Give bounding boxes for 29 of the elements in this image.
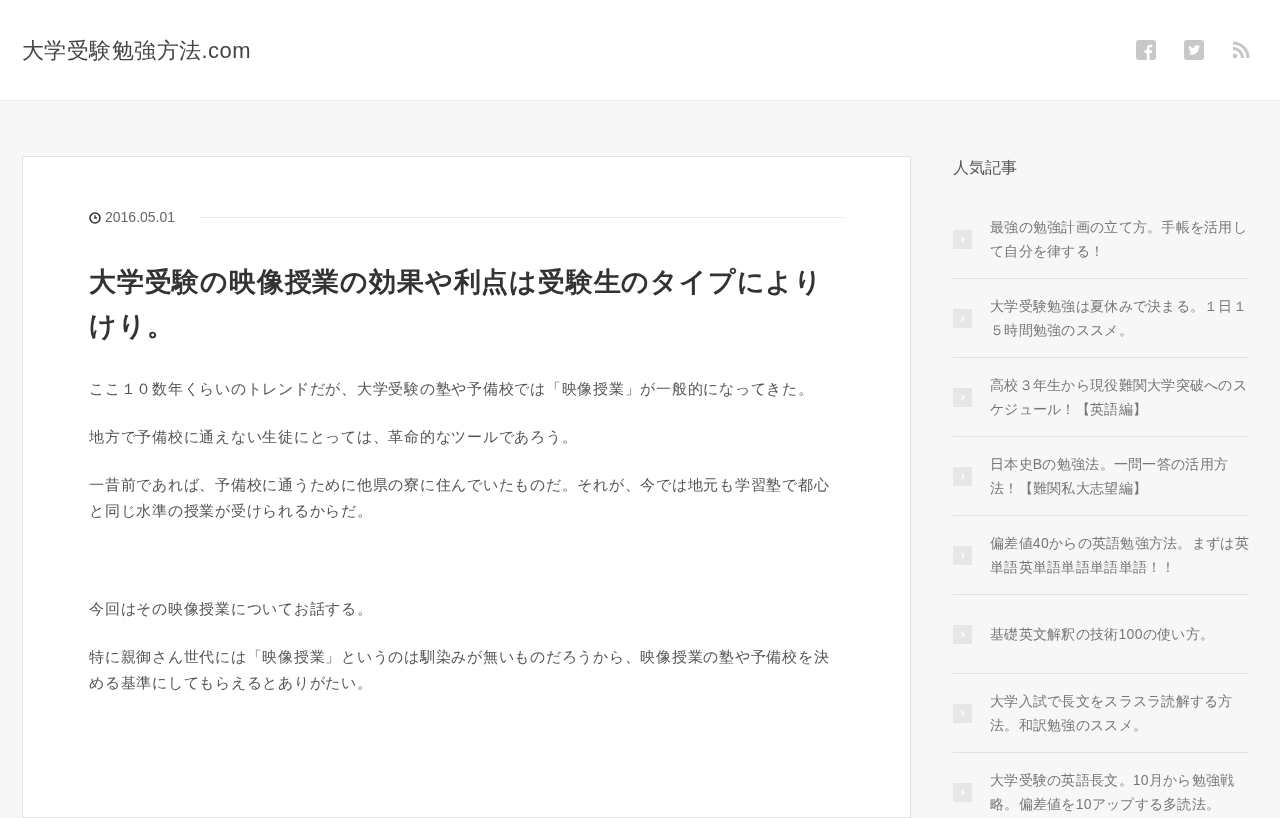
paragraph: 一昔前であれば、予備校に通うために他県の寮に住んでいたものだ。それが、今では地元も学習塾で都心と同じ水準の授業が受けられるからだ。 [89, 475, 831, 521]
chevron-icon [953, 624, 972, 644]
chevron-icon [953, 229, 972, 249]
twitter-icon[interactable] [1184, 40, 1204, 60]
chevron-icon [953, 308, 972, 328]
chevron-icon [953, 387, 972, 407]
post-date: 2016.05.01 [105, 208, 176, 227]
chevron-icon [953, 466, 972, 486]
site-title[interactable]: 大学受験勉強方法.com [22, 33, 251, 67]
popular-article-link[interactable]: 基礎英文解釈の技術100の使い方。 [990, 622, 1249, 646]
popular-article-link[interactable]: 大学受験勉強は夏休みで決まる。１日１５時間勉強のススメ。 [990, 294, 1249, 342]
popular-article-link[interactable]: 大学入試で長文をスラスラ読解する方法。和訳勉強のススメ。 [990, 689, 1249, 737]
popular-article-link[interactable]: 大学受験の英語長文。10月から勉強戦略。偏差値を10アップする多読法。 [990, 768, 1249, 816]
paragraph: 特に親御さん世代には「映像授業」というのは馴染みが無いものだろうから、映像授業の塾や予備校を決める基準にしてもらえるとありがたい。 [89, 647, 831, 693]
paragraph: 地方で予備校に通えない生徒にとっては、革命的なツールであろう。 [89, 427, 579, 447]
rss-icon[interactable] [1232, 41, 1250, 59]
chevron-icon [953, 545, 972, 565]
paragraph: ここ１０数年くらいのトレンドだが、大学受験の塾や予備校では「映像授業」が一般的になってきた。 [89, 379, 815, 399]
popular-article-link[interactable]: 高校３年生から現役難関大学突破へのスケジュール！【英語編】 [990, 373, 1249, 421]
clock-icon [89, 211, 101, 224]
popular-article-link[interactable]: 偏差値40からの英語勉強方法。まずは英単語英単語単語単語単語！！ [990, 531, 1249, 579]
chevron-icon [953, 703, 972, 723]
popular-article-link[interactable]: 日本史Bの勉強法。一問一答の活用方法！【難関私大志望編】 [990, 452, 1249, 500]
popular-article-link[interactable]: 最強の勉強計画の立て方。手帳を活用して自分を律する！ [990, 215, 1249, 263]
paragraph: 今回はその映像授業についてお話する。 [89, 599, 374, 619]
chevron-icon [953, 782, 972, 802]
article-title: 大学受験の映像授業の効果や利点は受験生のタイプによりけり。 [89, 266, 825, 343]
sidebar-heading: 人気記事 [953, 158, 1018, 178]
facebook-icon[interactable] [1136, 40, 1156, 60]
